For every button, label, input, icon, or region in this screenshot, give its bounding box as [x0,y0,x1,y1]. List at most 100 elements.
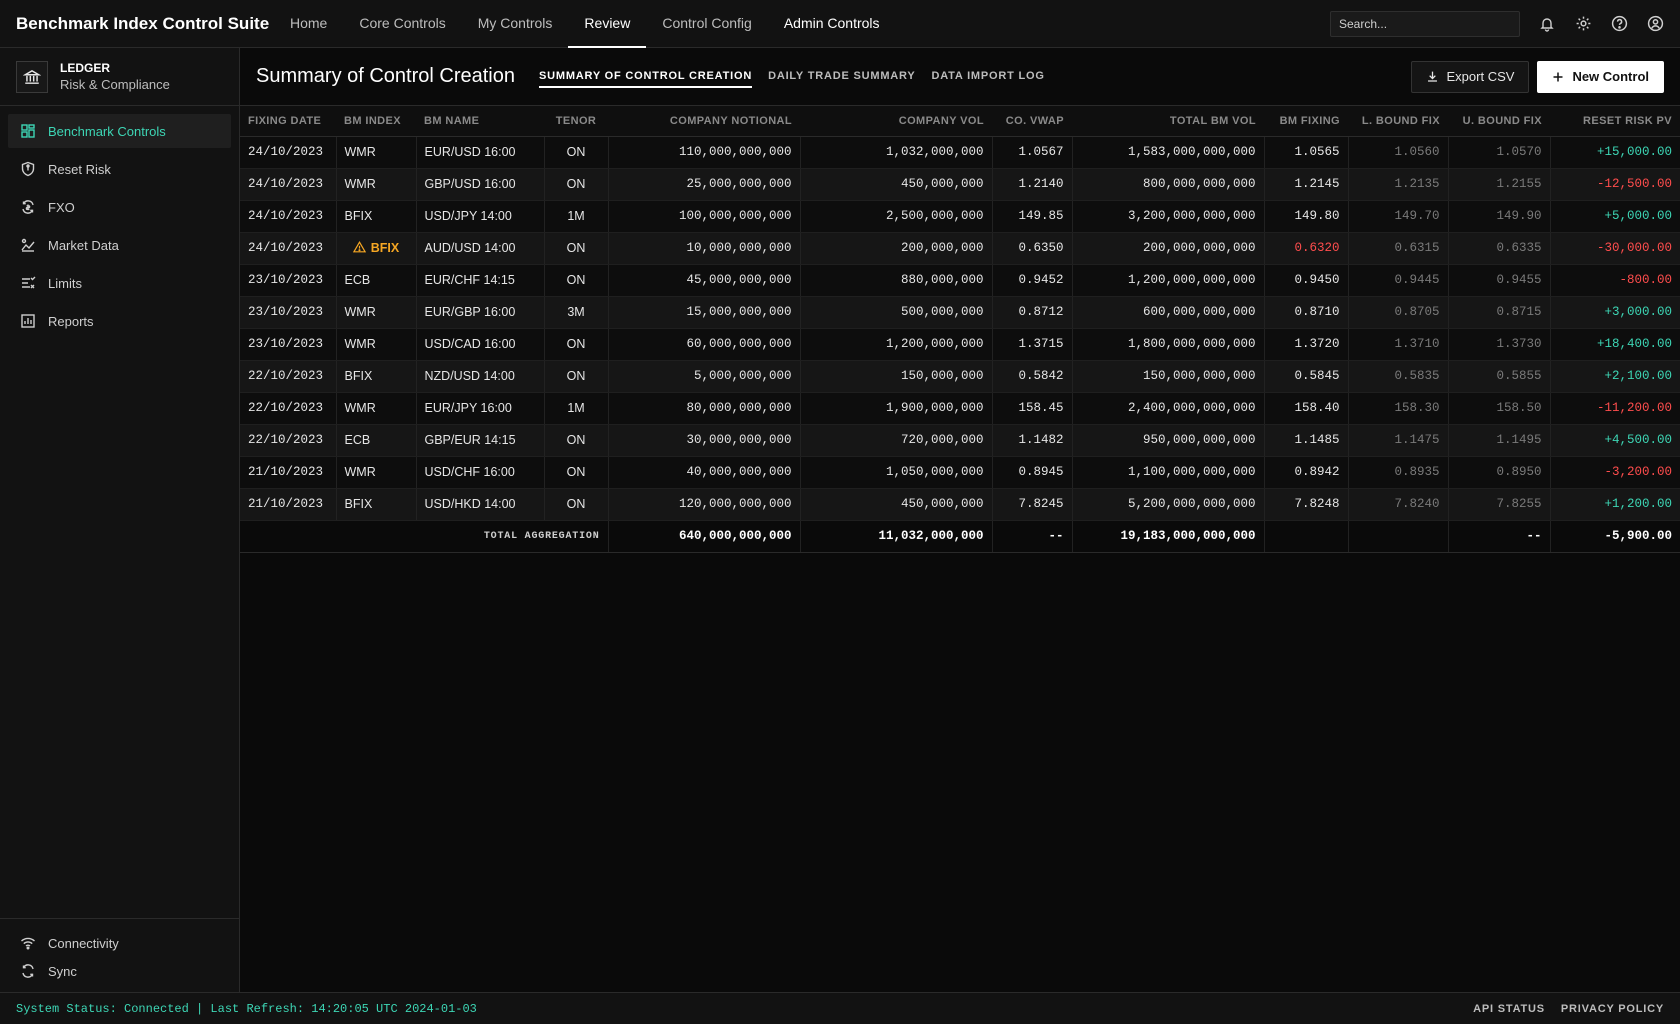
cell-bm-name: AUD/USD 14:00 [416,232,545,265]
cell-total-bm-vol: 1,800,000,000,000 [1072,328,1265,361]
col-bm-fixing[interactable]: BM FIXING [1264,106,1348,137]
nav-home[interactable]: Home [274,0,343,48]
col-co-vwap[interactable]: CO. VWAP [992,106,1072,137]
page-tabs: SUMMARY OF CONTROL CREATION DAILY TRADE … [538,48,1045,106]
col-bm-index[interactable]: BM INDEX [336,106,416,137]
bell-icon[interactable] [1538,15,1556,33]
table-row[interactable]: 21/10/2023 BFIX USD/HKD 14:00 ON 120,000,000… [240,488,1680,521]
chart-line-icon [21,238,35,252]
cell-reset-risk-pv: +15,000.00 [1550,136,1680,169]
col-total-bm-vol[interactable]: TOTAL BM VOL [1072,106,1264,137]
table-row[interactable]: 22/10/2023 WMR EUR/JPY 16:00 1M 80,000,000,0… [240,392,1680,425]
cell-bm-fixing: 0.5845 [1264,360,1349,393]
plus-icon [1553,72,1563,81]
cell-total-bm-vol: 2,400,000,000,000 [1072,392,1265,425]
search-input[interactable] [1330,10,1520,37]
export-csv-button[interactable]: Export CSV [1410,60,1530,93]
tab-data-import-log[interactable]: DATA IMPORT LOG [932,66,1045,88]
cell-fixing-date: 21/10/2023 [240,488,337,521]
cell-total-bm-vol: 5,200,000,000,000 [1072,488,1265,521]
cell-total-bm-vol: 3,200,000,000,000 [1072,200,1265,233]
cell-company-vol: 200,000,000 [800,232,993,265]
cell-company-vol: 500,000,000 [800,296,993,329]
sidebar-item-benchmark-controls[interactable]: Benchmark Controls [8,114,231,148]
table-row[interactable]: 24/10/2023 BFIX USD/JPY 14:00 1M 100,000,000… [240,200,1680,233]
table-row[interactable]: 23/10/2023 ECB EUR/CHF 14:15 ON 45,000,000,0… [240,264,1680,297]
table-row[interactable]: 22/10/2023 ECB GBP/EUR 14:15 ON 30,000,000,0… [240,424,1680,457]
cell-reset-risk-pv: -12,500.00 [1550,168,1680,201]
nav-my-controls[interactable]: My Controls [462,0,569,48]
cell-bm-fixing: 1.0565 [1264,136,1349,169]
cell-tenor: ON [544,488,609,521]
col-fixing-date[interactable]: FIXING DATE [240,106,336,137]
nav-review[interactable]: Review [568,0,647,48]
cell-bm-fixing: 0.9450 [1264,264,1349,297]
wifi-icon [21,937,35,950]
privacy-policy-link[interactable]: PRIVACY POLICY [1561,1003,1664,1015]
sidebar-item-fxo[interactable]: FXO [8,190,231,224]
table-row[interactable]: 24/10/2023 BFIX AUD/USD 14:00 ON 10,000,000,… [240,232,1680,265]
cell-co-vwap: 158.45 [992,392,1073,425]
cell-bm-name: EUR/JPY 16:00 [416,392,545,425]
connectivity-item[interactable]: Connectivity [20,929,220,957]
cell-bm-index: WMR [336,168,417,201]
cell-tenor: 3M [544,296,609,329]
table-row[interactable]: 24/10/2023 WMR GBP/USD 16:00 ON 25,000,000,0… [240,168,1680,201]
sync-item[interactable]: Sync [20,957,220,985]
table-row[interactable]: 21/10/2023 WMR USD/CHF 16:00 ON 40,000,000,0… [240,456,1680,489]
sidebar-item-label: Reports [48,313,94,329]
cell-company-notional: 30,000,000,000 [608,424,801,457]
cell-co-vwap: 149.85 [992,200,1073,233]
cell-bm-fixing: 0.8942 [1264,456,1349,489]
col-tenor[interactable]: TENOR [544,106,608,137]
col-company-notional[interactable]: COMPANY NOTIONAL [608,106,800,137]
tab-summary-of-control-creation[interactable]: SUMMARY OF CONTROL CREATION [538,66,753,88]
cell-reset-risk-pv: +4,500.00 [1550,424,1680,457]
cell-l-bound-fix: 1.2135 [1348,168,1449,201]
sidebar-item-reset-risk[interactable]: Reset Risk [8,152,231,186]
col-bm-name[interactable]: BM NAME [416,106,544,137]
cell-u-bound-fix: 0.6335 [1448,232,1551,265]
sidebar-item-label: FXO [48,199,75,215]
user-avatar-icon[interactable] [1646,15,1664,33]
cell-co-vwap: 7.8245 [992,488,1073,521]
nav-core-controls[interactable]: Core Controls [343,0,461,48]
nav-admin-controls[interactable]: Admin Controls [768,0,896,48]
sidebar-item-limits[interactable]: Limits [8,266,231,300]
cell-l-bound-fix: 1.3710 [1348,328,1449,361]
sidebar-item-market-data[interactable]: Market Data [8,228,231,262]
sync-icon [22,964,34,978]
cell-bm-name: EUR/GBP 16:00 [416,296,545,329]
col-company-vol[interactable]: COMPANY VOL [800,106,992,137]
grid-icon [21,124,35,138]
table-row[interactable]: 23/10/2023 WMR EUR/GBP 16:00 3M 15,000,000,0… [240,296,1680,329]
table-row[interactable]: 24/10/2023 WMR EUR/USD 16:00 ON 110,000,000,… [240,136,1680,169]
api-status-link[interactable]: API STATUS [1473,1003,1545,1015]
new-control-button[interactable]: New Control [1537,60,1664,93]
sidebar-nav: Benchmark Controls Reset Risk FXO Market… [0,106,239,350]
col-reset-risk-pv[interactable]: RESET RISK PV [1550,106,1680,137]
cell-bm-index: BFIX [336,488,417,521]
tab-daily-trade-summary[interactable]: DAILY TRADE SUMMARY [768,66,915,88]
sidebar-item-label: Reset Risk [48,161,111,177]
cell-company-vol: 2,500,000,000 [800,200,993,233]
cell-bm-index: BFIX [336,360,417,393]
table-row[interactable]: 23/10/2023 WMR USD/CAD 16:00 ON 60,000,000,0… [240,328,1680,361]
col-l-bound-fix[interactable]: L. BOUND FIX [1348,106,1448,137]
sync-label: Sync [48,963,77,979]
table-body: 24/10/2023 WMR EUR/USD 16:00 ON 110,000,000,… [240,136,1680,521]
cell-l-bound-fix: 0.9445 [1348,264,1449,297]
cell-company-vol: 450,000,000 [800,168,993,201]
cell-u-bound-fix: 1.0570 [1448,136,1551,169]
connectivity-label: Connectivity [48,935,119,951]
table-row[interactable]: 22/10/2023 BFIX NZD/USD 14:00 ON 5,000,000,0… [240,360,1680,393]
col-u-bound-fix[interactable]: U. BOUND FIX [1448,106,1550,137]
cell-bm-index: ECB [336,264,417,297]
cell-fixing-date: 23/10/2023 [240,328,337,361]
help-icon[interactable] [1610,15,1628,33]
gear-icon[interactable] [1574,15,1592,33]
cell-tenor: ON [544,168,609,201]
sidebar-item-reports[interactable]: Reports [8,304,231,338]
nav-control-config[interactable]: Control Config [646,0,768,48]
cell-l-bound-fix: 1.1475 [1348,424,1449,457]
